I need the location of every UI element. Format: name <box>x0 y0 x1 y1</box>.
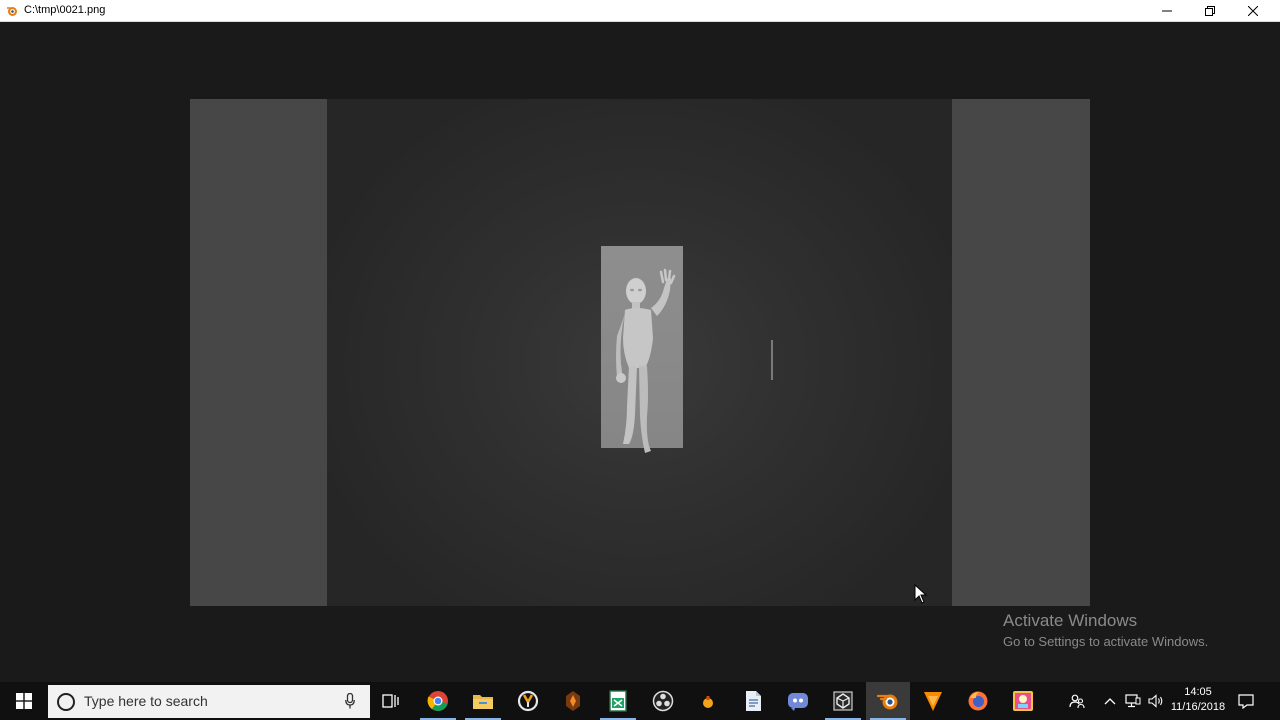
chrome-icon <box>427 691 448 712</box>
minimize-icon <box>1162 10 1172 11</box>
taskbar-item-file-explorer[interactable] <box>461 682 505 720</box>
blender-icon <box>7 7 17 16</box>
cortana-icon <box>57 693 75 711</box>
taskbar-item-blender[interactable] <box>866 682 910 720</box>
taskbar-item-unity[interactable] <box>821 682 865 720</box>
image-viewer[interactable]: Activate Windows Go to Settings to activ… <box>0 22 1280 682</box>
human-figure <box>616 268 676 453</box>
restore-button[interactable] <box>1189 0 1231 21</box>
spreadsheet-icon <box>609 690 627 712</box>
taskbar-item-document[interactable] <box>731 682 775 720</box>
action-center-icon <box>1238 694 1254 709</box>
obs-icon <box>652 690 674 712</box>
taskbar-item-photo-app[interactable] <box>1001 682 1045 720</box>
figure-panel <box>601 246 683 453</box>
restore-icon <box>1205 5 1215 16</box>
taskbar-item-firefox[interactable] <box>956 682 1000 720</box>
taskbar-clock[interactable]: 14:05 11/16/2018 <box>1166 685 1230 715</box>
minimize-button[interactable] <box>1146 0 1188 21</box>
tray-app-icon <box>703 696 713 708</box>
file-explorer-icon <box>473 695 493 709</box>
photo-app-icon <box>1013 691 1033 711</box>
tray-overflow-button[interactable] <box>1099 682 1121 720</box>
network-icon <box>1125 694 1141 708</box>
tray-network-button[interactable] <box>1122 682 1144 720</box>
discord-icon <box>788 693 808 711</box>
microphone-icon[interactable] <box>345 693 355 709</box>
taskbar-item-discord[interactable] <box>776 682 820 720</box>
taskbar-item-vlc[interactable] <box>911 682 955 720</box>
search-placeholder: Type here to search <box>84 693 208 709</box>
vlc-icon <box>924 692 942 711</box>
taskbar-item-chrome[interactable] <box>416 682 460 720</box>
search-box[interactable]: Type here to search <box>48 685 370 718</box>
clock-time: 14:05 <box>1184 686 1212 698</box>
text-cursor <box>771 340 773 380</box>
tray-volume-button[interactable] <box>1145 682 1167 720</box>
window-title: C:\tmp\0021.png <box>24 4 106 16</box>
task-view-icon <box>382 694 399 708</box>
close-icon <box>1248 5 1258 16</box>
people-icon <box>1069 694 1085 709</box>
volume-icon <box>1148 694 1163 708</box>
unity-icon <box>833 691 853 711</box>
taskbar-item-tray-app[interactable] <box>686 682 730 720</box>
taskbar-item-task-view[interactable] <box>369 682 413 720</box>
blender-icon <box>876 694 898 710</box>
taskbar-item-obs[interactable] <box>641 682 685 720</box>
render-background <box>327 99 952 606</box>
chevron-up-icon <box>1104 698 1116 705</box>
start-button[interactable] <box>0 682 48 720</box>
window-titlebar: C:\tmp\0021.png <box>0 0 1280 22</box>
taskbar-item-overwatch[interactable] <box>506 682 550 720</box>
document-icon <box>746 691 761 711</box>
action-center-button[interactable] <box>1236 682 1256 720</box>
game-launcher-icon <box>566 691 580 711</box>
taskbar: Type here to search 14:05 11/16/2018 <box>0 682 1280 720</box>
rendered-image <box>190 99 1090 606</box>
mouse-pointer-icon <box>914 584 928 604</box>
taskbar-item-spreadsheet[interactable] <box>596 682 640 720</box>
firefox-icon <box>968 691 988 711</box>
close-button[interactable] <box>1232 0 1274 21</box>
clock-date: 11/16/2018 <box>1170 701 1226 713</box>
taskbar-item-game-launcher[interactable] <box>551 682 595 720</box>
watermark-subtitle: Go to Settings to activate Windows. <box>1003 634 1209 649</box>
tray-people-button[interactable] <box>1066 682 1088 720</box>
watermark-title: Activate Windows <box>1003 611 1138 630</box>
windows-logo-icon <box>16 693 32 709</box>
overwatch-icon <box>517 690 539 712</box>
activation-watermark: Activate Windows Go to Settings to activ… <box>1003 610 1208 652</box>
